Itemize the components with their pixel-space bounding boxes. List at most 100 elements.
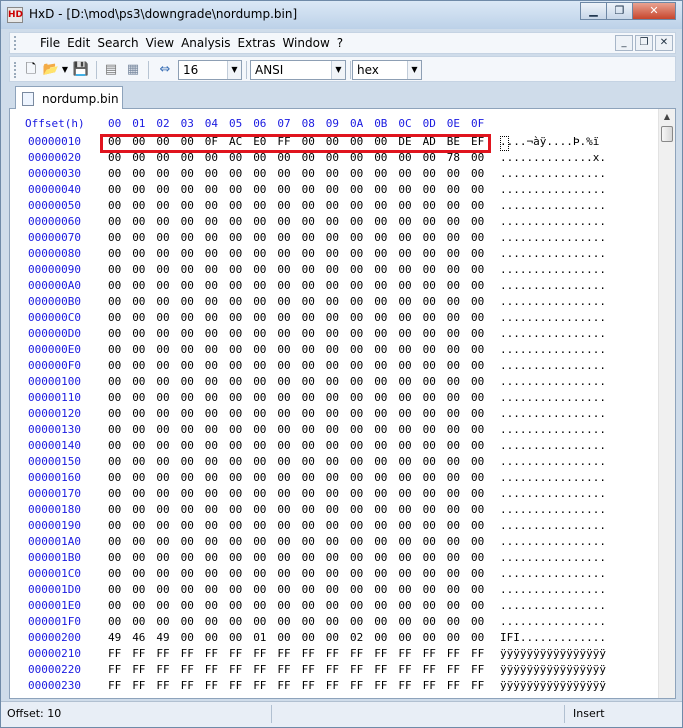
hex-byte[interactable]: 00 (181, 167, 205, 180)
hex-byte[interactable]: 00 (253, 423, 277, 436)
hex-byte[interactable]: 00 (398, 471, 422, 484)
hex-byte[interactable]: 00 (374, 471, 398, 484)
hex-byte[interactable]: 00 (326, 519, 350, 532)
hex-byte[interactable]: 00 (205, 263, 229, 276)
hex-byte[interactable]: 00 (447, 279, 471, 292)
hex-byte[interactable]: 00 (471, 327, 495, 340)
hex-byte[interactable]: 00 (447, 583, 471, 596)
hex-byte[interactable]: FF (253, 663, 277, 676)
tab-nordump-bin[interactable]: nordump.bin (15, 86, 123, 110)
hex-byte[interactable]: 00 (398, 423, 422, 436)
ascii-text[interactable]: ................ (500, 599, 606, 612)
hex-byte[interactable]: 00 (205, 439, 229, 452)
hex-byte[interactable]: 00 (302, 295, 326, 308)
hex-byte[interactable]: 00 (253, 327, 277, 340)
hex-byte[interactable]: 00 (253, 279, 277, 292)
hex-byte[interactable]: FF (447, 679, 471, 692)
hex-byte[interactable]: 00 (277, 167, 301, 180)
hex-byte[interactable]: 00 (181, 263, 205, 276)
hex-byte[interactable]: 00 (229, 423, 253, 436)
hex-byte[interactable]: 00 (132, 391, 156, 404)
hex-byte[interactable]: 00 (181, 295, 205, 308)
hex-byte[interactable]: 00 (277, 551, 301, 564)
hex-byte[interactable]: 00 (277, 375, 301, 388)
hex-byte[interactable]: 00 (350, 615, 374, 628)
hex-byte[interactable]: 00 (447, 183, 471, 196)
chevron-down-icon[interactable]: ▼ (407, 61, 421, 79)
charset-select[interactable]: ANSI ▼ (250, 60, 346, 80)
hex-byte[interactable]: 00 (326, 279, 350, 292)
hex-byte[interactable]: 00 (132, 567, 156, 580)
hex-byte[interactable]: 00 (181, 551, 205, 564)
scroll-up-arrow-icon[interactable]: ▲ (659, 109, 675, 125)
hex-byte[interactable]: 00 (205, 167, 229, 180)
hex-byte[interactable]: 00 (326, 167, 350, 180)
hex-byte[interactable]: FF (398, 647, 422, 660)
hex-byte[interactable]: 00 (374, 247, 398, 260)
hex-byte[interactable]: 00 (374, 263, 398, 276)
ascii-text[interactable]: ................ (500, 551, 606, 564)
hex-byte[interactable]: FF (326, 663, 350, 676)
table-row[interactable]: 00000120 00 00 00 00 00 00 00 00 00 00 00 00 00 00 00 00… (10, 407, 660, 423)
hex-byte[interactable]: 00 (132, 343, 156, 356)
hex-byte[interactable]: FF (423, 663, 447, 676)
hex-byte[interactable]: 00 (229, 583, 253, 596)
hex-byte[interactable]: 00 (447, 311, 471, 324)
hex-byte[interactable]: 00 (471, 567, 495, 580)
mdi-restore-button[interactable]: ❐ (635, 35, 653, 51)
hex-byte[interactable]: 00 (326, 583, 350, 596)
hex-editor[interactable]: Offset(h) 00 01 02 03 04 05 06 07 08 09 0A 0B 0C 0D 0E… (9, 109, 676, 699)
menu-edit[interactable]: Edit (67, 36, 90, 50)
hex-byte[interactable]: 00 (350, 519, 374, 532)
hex-byte[interactable]: 00 (374, 519, 398, 532)
hex-byte[interactable]: 00 (302, 215, 326, 228)
hex-byte[interactable]: 00 (374, 455, 398, 468)
table-row[interactable]: 00000070 00 00 00 00 00 00 00 00 00 00 00 00 00 00 00 00… (10, 231, 660, 247)
hex-byte[interactable]: 00 (108, 327, 132, 340)
hex-byte[interactable]: 00 (471, 279, 495, 292)
hex-byte[interactable]: 00 (423, 455, 447, 468)
hex-byte[interactable]: 00 (181, 215, 205, 228)
hex-byte[interactable]: 00 (253, 519, 277, 532)
hex-byte[interactable]: 00 (108, 599, 132, 612)
ascii-text[interactable]: ................ (500, 503, 606, 516)
hex-byte[interactable]: 00 (277, 295, 301, 308)
hex-byte[interactable]: 00 (156, 183, 180, 196)
ascii-text[interactable]: ................ (500, 535, 606, 548)
hex-byte[interactable]: 00 (181, 631, 205, 644)
hex-byte[interactable]: 00 (447, 487, 471, 500)
bytes-per-row-select[interactable]: 16 ▼ (178, 60, 242, 80)
table-row[interactable]: 000001F0 00 00 00 00 00 00 00 00 00 00 00 00 00 00 00 00… (10, 615, 660, 631)
hex-byte[interactable]: 00 (156, 231, 180, 244)
hex-byte[interactable]: 00 (205, 487, 229, 500)
hex-byte[interactable]: FF (205, 679, 229, 692)
hex-byte[interactable]: 00 (205, 279, 229, 292)
hex-byte[interactable]: 00 (229, 599, 253, 612)
hex-byte[interactable]: 00 (302, 599, 326, 612)
hex-byte[interactable]: 00 (156, 263, 180, 276)
hex-byte[interactable]: 00 (229, 263, 253, 276)
ascii-text[interactable]: ................ (500, 343, 606, 356)
hex-byte[interactable]: 00 (132, 439, 156, 452)
hex-byte[interactable]: 00 (181, 615, 205, 628)
hex-byte[interactable]: 00 (326, 567, 350, 580)
table-row[interactable]: 00000100 00 00 00 00 00 00 00 00 00 00 00 00 00 00 00 00… (10, 375, 660, 391)
hex-byte[interactable]: 00 (277, 455, 301, 468)
hex-byte[interactable]: 00 (205, 359, 229, 372)
hex-byte[interactable]: 00 (156, 615, 180, 628)
hex-byte[interactable]: FF (374, 663, 398, 676)
hex-byte[interactable]: 46 (132, 631, 156, 644)
ascii-text[interactable]: IFI............. (500, 631, 606, 644)
hex-byte[interactable]: 00 (253, 359, 277, 372)
hex-byte[interactable]: 00 (108, 391, 132, 404)
hex-byte[interactable]: 00 (423, 583, 447, 596)
menu-extras[interactable]: Extras (238, 36, 276, 50)
hex-byte[interactable]: 00 (156, 535, 180, 548)
hex-byte[interactable]: 00 (471, 487, 495, 500)
hex-byte[interactable]: 00 (326, 503, 350, 516)
ascii-text[interactable]: ÿÿÿÿÿÿÿÿÿÿÿÿÿÿÿÿ (500, 647, 606, 660)
hex-byte[interactable]: 00 (108, 519, 132, 532)
hex-byte[interactable]: 00 (277, 519, 301, 532)
hex-byte[interactable]: 00 (229, 183, 253, 196)
hex-byte[interactable]: 00 (447, 551, 471, 564)
